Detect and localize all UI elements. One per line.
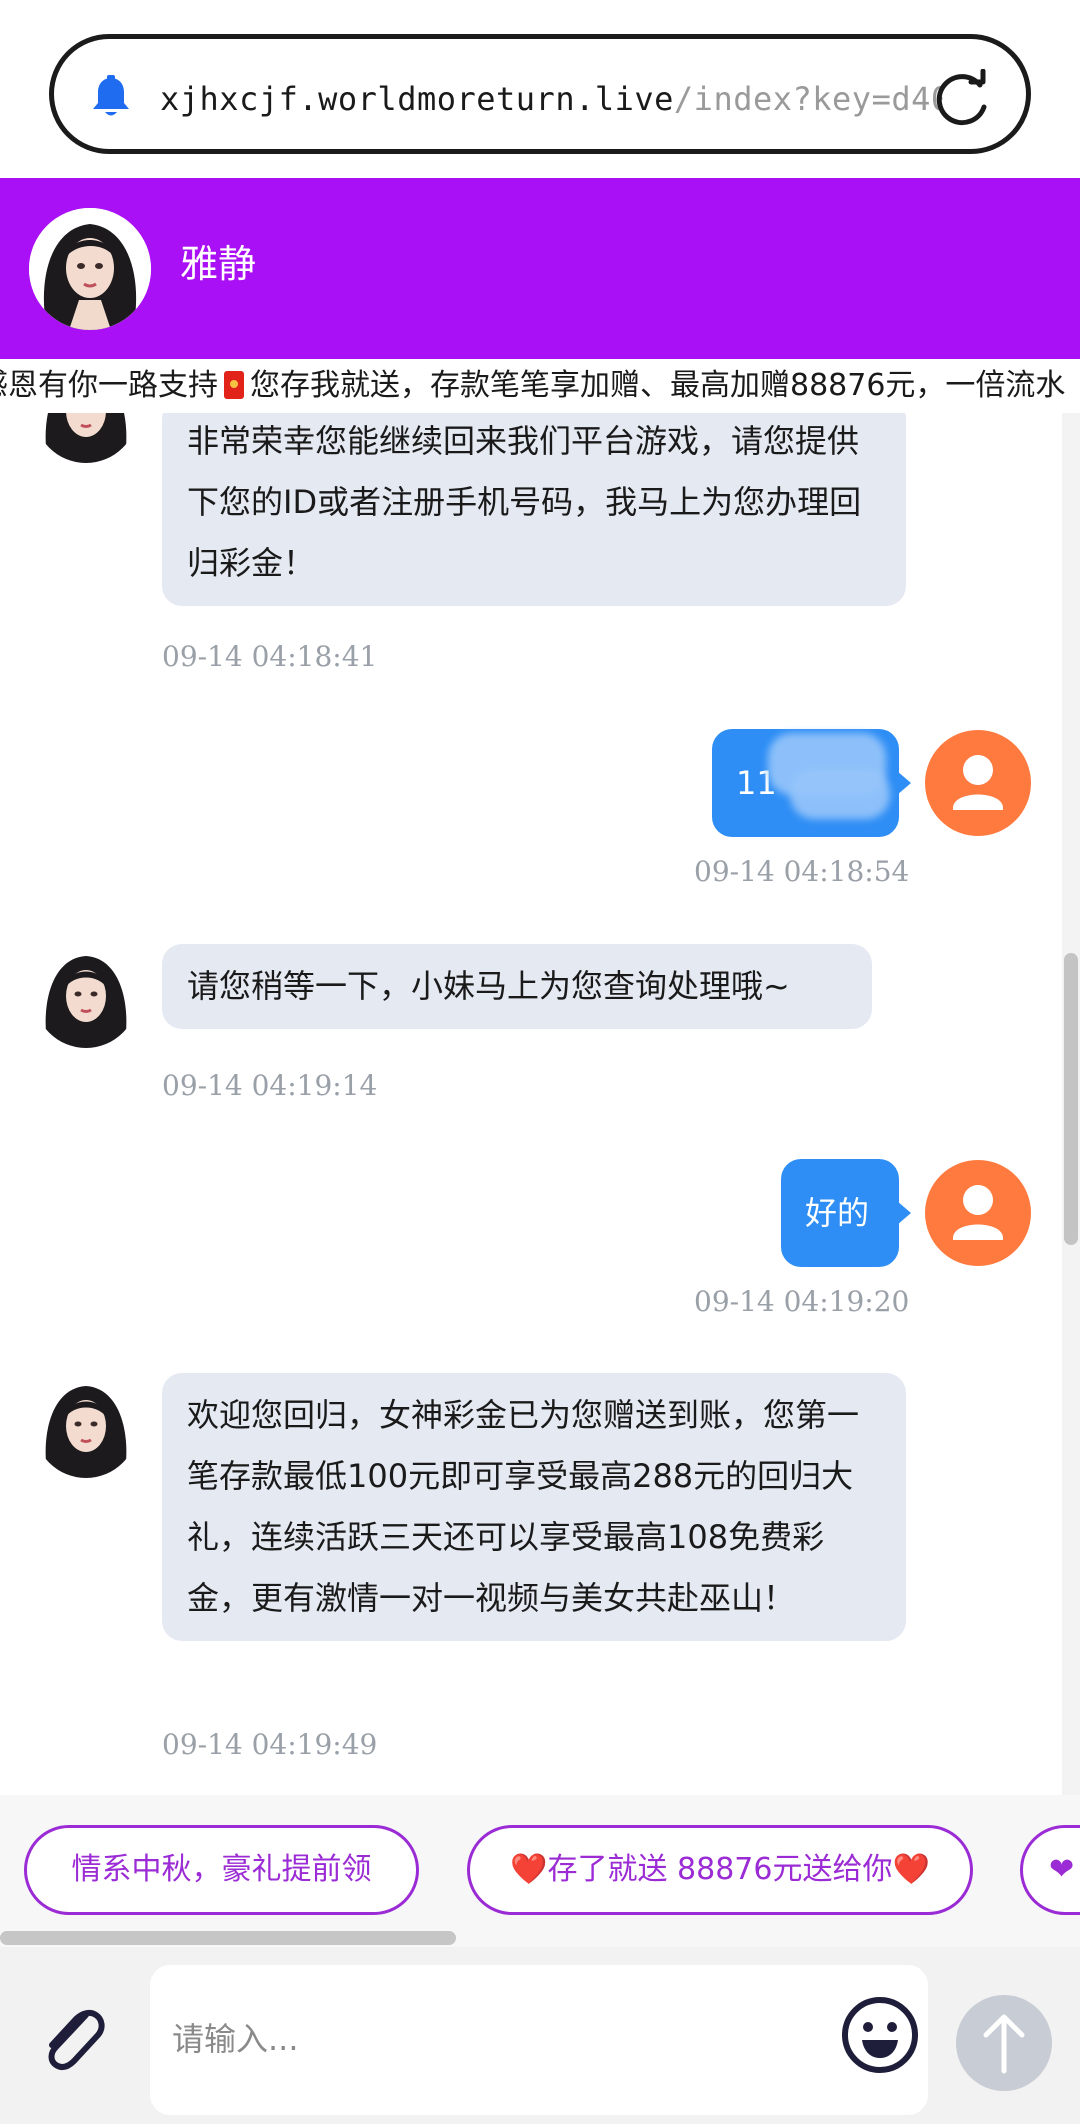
quick-reply-button[interactable]: ❤️存了就送 88876元送给你❤️ — [467, 1825, 973, 1915]
bell-icon[interactable] — [90, 75, 132, 119]
user-icon — [953, 755, 1003, 810]
bot-avatar — [34, 413, 138, 463]
message-bubble-bot: 欢迎您回归，女神彩金已为您赠送到账，您第一笔存款最低100元即可享受最高288元… — [162, 1373, 906, 1641]
address-bar[interactable]: xjhxcjf.worldmoreturn.live/index?key=d40… — [49, 34, 1031, 154]
marquee-text-2: 您存我就送，存款笔笔享加赠、最高加赠88876元，一倍流水 — [250, 368, 1066, 403]
url-host: xjhxcjf.worldmoreturn.live — [160, 80, 674, 118]
quick-reply-button[interactable]: 情系中秋，豪礼提前领 — [24, 1825, 419, 1915]
message-input[interactable]: 请输入... — [150, 1965, 928, 2115]
redaction-blur — [790, 769, 890, 819]
quick-reply-button[interactable]: ❤ — [1020, 1825, 1080, 1915]
send-button[interactable] — [956, 1995, 1052, 2091]
message-input-bar: 请输入... — [0, 1947, 1080, 2124]
message-bubble-bot: 请您稍等一下，小妹马上为您查询处理哦~ — [162, 944, 872, 1029]
paperclip-icon[interactable] — [36, 2001, 112, 2077]
reload-icon[interactable] — [933, 69, 993, 129]
quick-reply-scrollbar[interactable] — [0, 1929, 1080, 1947]
message-timestamp: 09-14 04:18:41 — [162, 640, 378, 673]
message-bubble-bot: 非常荣幸您能继续回来我们平台游戏，请您提供下您的ID或者注册手机号码，我马上为您… — [162, 413, 906, 606]
quick-reply-bar: 情系中秋，豪礼提前领 ❤️存了就送 88876元送给你❤️ ❤ — [0, 1795, 1080, 1929]
user-avatar — [925, 730, 1031, 836]
message-timestamp: 09-14 04:19:49 — [162, 1728, 378, 1761]
smile-icon[interactable] — [840, 1995, 920, 2075]
chat-header: 雅静 — [0, 178, 1080, 359]
agent-avatar[interactable] — [29, 208, 151, 330]
chat-message-list[interactable]: 非常荣幸您能继续回来我们平台游戏，请您提供下您的ID或者注册手机号码，我马上为您… — [0, 413, 1080, 1795]
bot-avatar — [34, 944, 138, 1048]
url-text[interactable]: xjhxcjf.worldmoreturn.live/index?key=d40… — [160, 77, 943, 121]
marquee-text-1: 感恩有你一路支持 — [0, 368, 218, 403]
agent-name: 雅静 — [180, 242, 257, 286]
message-timestamp: 09-14 04:18:54 — [694, 855, 910, 888]
red-envelope-icon — [224, 371, 244, 399]
quick-reply-scrollbar-thumb[interactable] — [0, 1931, 456, 1945]
message-input-placeholder: 请输入... — [172, 2020, 299, 2058]
notice-marquee: 感恩有你一路支持 您存我就送，存款笔笔享加赠、最高加赠88876元，一倍流水 — [0, 359, 1080, 413]
arrow-up-icon — [983, 2014, 1025, 2074]
user-avatar — [925, 1160, 1031, 1266]
bot-avatar — [34, 1374, 138, 1478]
agent-portrait-image — [29, 208, 151, 330]
chat-scrollbar-thumb[interactable] — [1064, 953, 1078, 1245]
message-timestamp: 09-14 04:19:14 — [162, 1069, 378, 1102]
user-icon — [953, 1185, 1003, 1240]
url-path: /index?key=d40721272 — [673, 80, 943, 118]
message-timestamp: 09-14 04:19:20 — [694, 1285, 910, 1318]
message-text: 好的 — [805, 1194, 870, 1232]
message-bubble-user: 好的 — [781, 1159, 911, 1267]
